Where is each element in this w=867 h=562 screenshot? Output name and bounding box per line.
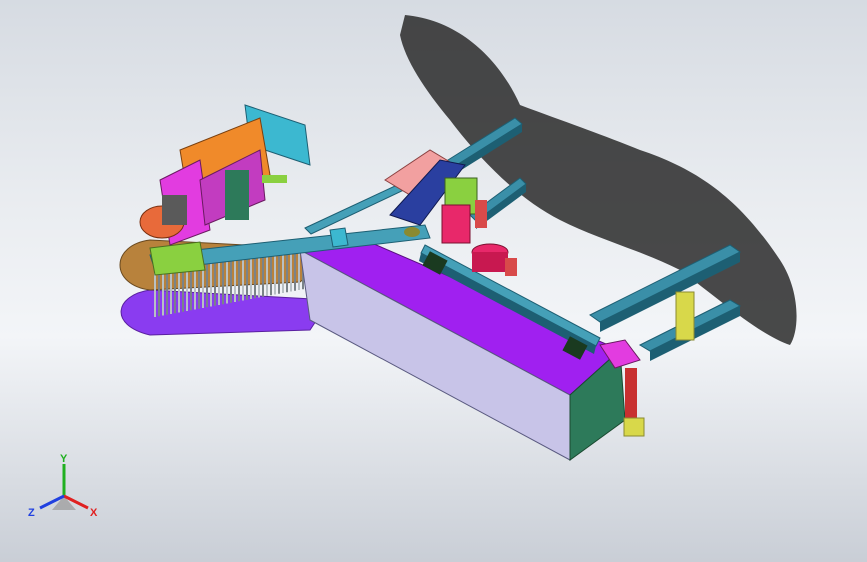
model-viewport[interactable]: Y X Z <box>0 0 867 562</box>
triad-x-label: X <box>90 507 98 519</box>
cad-assembly-3d-view[interactable] <box>0 0 867 562</box>
triad-base <box>52 496 76 510</box>
triad-y-label: Y <box>60 453 68 465</box>
coordinate-triad: Y X Z <box>28 453 98 519</box>
motor-assembly[interactable] <box>139 104 311 246</box>
lower-tray[interactable] <box>120 289 331 336</box>
triad-z-label: Z <box>28 507 35 519</box>
